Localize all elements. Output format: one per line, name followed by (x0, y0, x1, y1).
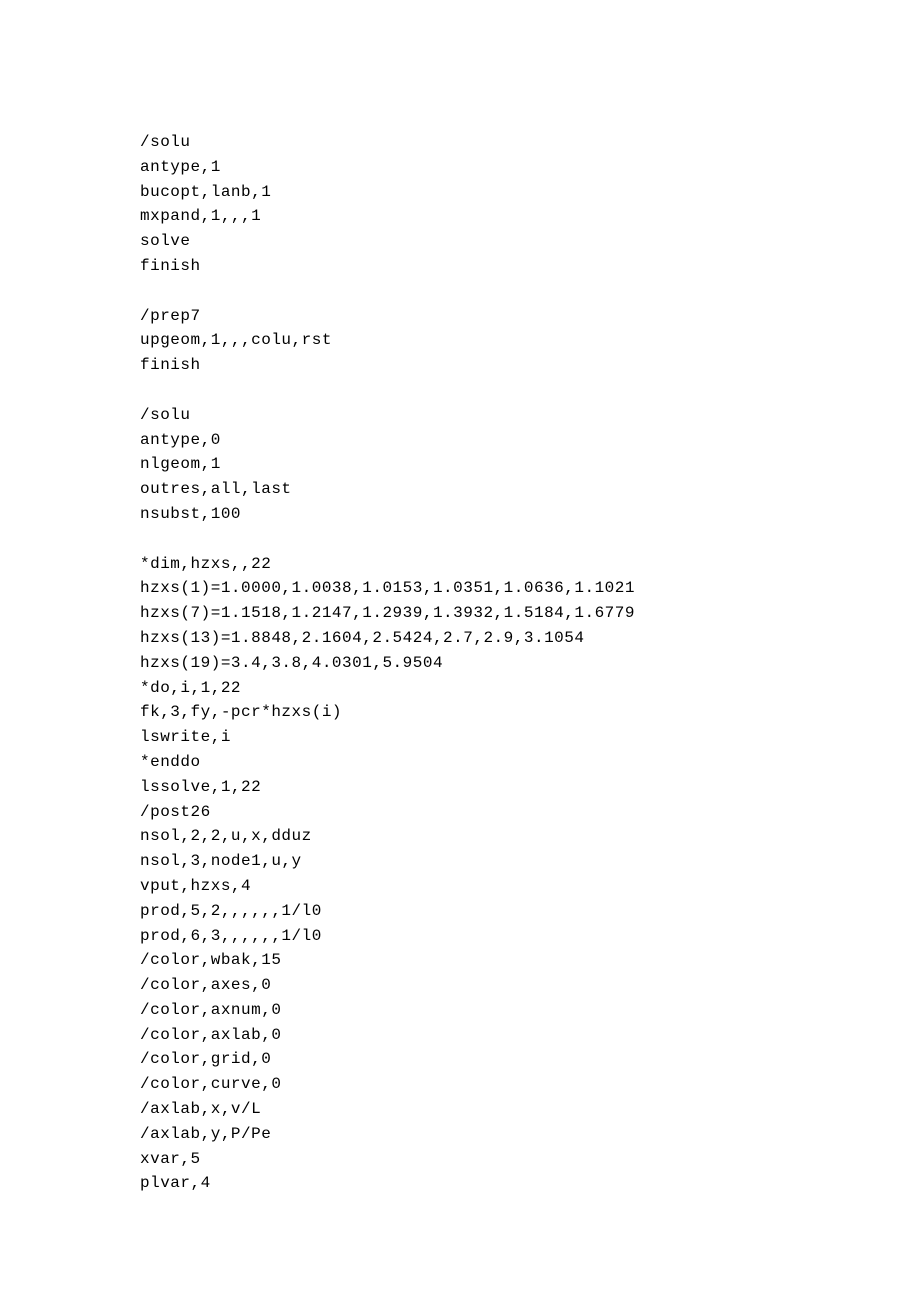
code-line: hzxs(7)=1.1518,1.2147,1.2939,1.3932,1.51… (140, 601, 920, 626)
code-line: *dim,hzxs,,22 (140, 552, 920, 577)
code-line: nsol,3,node1,u,y (140, 849, 920, 874)
code-line: fk,3,fy,-pcr*hzxs(i) (140, 700, 920, 725)
code-line: lswrite,i (140, 725, 920, 750)
code-line: prod,5,2,,,,,,1/l0 (140, 899, 920, 924)
code-line: nlgeom,1 (140, 452, 920, 477)
code-line: /axlab,x,v/L (140, 1097, 920, 1122)
code-line: plvar,4 (140, 1171, 920, 1196)
code-line: hzxs(13)=1.8848,2.1604,2.5424,2.7,2.9,3.… (140, 626, 920, 651)
code-line: /color,curve,0 (140, 1072, 920, 1097)
code-line: prod,6,3,,,,,,1/l0 (140, 924, 920, 949)
code-line: /solu (140, 403, 920, 428)
code-line: *do,i,1,22 (140, 676, 920, 701)
code-line: outres,all,last (140, 477, 920, 502)
code-line: hzxs(19)=3.4,3.8,4.0301,5.9504 (140, 651, 920, 676)
code-line: bucopt,lanb,1 (140, 180, 920, 205)
code-line: /color,axnum,0 (140, 998, 920, 1023)
code-line: /color,axes,0 (140, 973, 920, 998)
code-line: /solu (140, 130, 920, 155)
code-line: solve (140, 229, 920, 254)
code-line: antype,0 (140, 428, 920, 453)
code-line: /prep7 (140, 304, 920, 329)
code-line: finish (140, 353, 920, 378)
code-line: /post26 (140, 800, 920, 825)
code-line: mxpand,1,,,1 (140, 204, 920, 229)
code-line: /color,axlab,0 (140, 1023, 920, 1048)
code-line: *enddo (140, 750, 920, 775)
blank-line (140, 378, 920, 403)
blank-line (140, 279, 920, 304)
code-line: vput,hzxs,4 (140, 874, 920, 899)
code-page: /soluantype,1bucopt,lanb,1mxpand,1,,,1so… (0, 0, 920, 1302)
blank-line (140, 527, 920, 552)
code-line: nsubst,100 (140, 502, 920, 527)
code-line: xvar,5 (140, 1147, 920, 1172)
code-line: finish (140, 254, 920, 279)
code-line: /axlab,y,P/Pe (140, 1122, 920, 1147)
code-line: /color,wbak,15 (140, 948, 920, 973)
code-line: lssolve,1,22 (140, 775, 920, 800)
code-line: antype,1 (140, 155, 920, 180)
code-line: nsol,2,2,u,x,dduz (140, 824, 920, 849)
code-line: hzxs(1)=1.0000,1.0038,1.0153,1.0351,1.06… (140, 576, 920, 601)
code-line: upgeom,1,,,colu,rst (140, 328, 920, 353)
code-line: /color,grid,0 (140, 1047, 920, 1072)
